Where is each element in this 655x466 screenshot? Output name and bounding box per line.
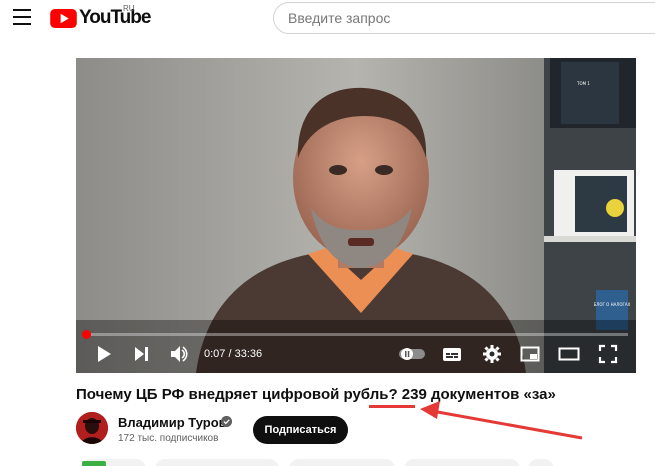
menu-icon[interactable] xyxy=(13,9,31,25)
theater-mode-icon[interactable] xyxy=(558,344,580,364)
more-actions-button[interactable] xyxy=(528,459,554,466)
channel-name[interactable]: Владимир Туров xyxy=(118,415,227,430)
autoplay-toggle-icon[interactable] xyxy=(398,344,426,364)
book-volume-text: ТОМ 1 xyxy=(576,81,590,86)
logo-wordmark: YouTube xyxy=(79,7,151,28)
region-badge: RU xyxy=(123,4,135,13)
avatar-image xyxy=(76,412,108,444)
video-player[interactable]: БЛОГ О НАЛОГАХ ТОМ 1 0:07 / 33:36 xyxy=(76,58,636,373)
verified-check-icon xyxy=(221,416,232,427)
subscribe-button[interactable]: Подписаться xyxy=(253,416,348,444)
annotation-underline xyxy=(369,405,415,408)
video-frame: БЛОГ О НАЛОГАХ ТОМ 1 xyxy=(76,58,636,373)
video-title: Почему ЦБ РФ внедряет цифровой рубль? 23… xyxy=(76,386,556,403)
miniplayer-icon[interactable] xyxy=(520,344,540,364)
fullscreen-icon[interactable] xyxy=(598,344,618,364)
player-controls: 0:07 / 33:36 xyxy=(76,340,636,370)
book-cover-text: БЛОГ О НАЛОГАХ xyxy=(594,302,631,307)
settings-gear-icon[interactable] xyxy=(482,344,502,364)
like-bar xyxy=(82,461,106,466)
subscriber-count: 172 тыс. подписчиков xyxy=(118,433,219,444)
download-button[interactable] xyxy=(404,459,520,466)
play-icon[interactable] xyxy=(96,344,112,364)
channel-avatar[interactable] xyxy=(76,412,108,444)
youtube-play-icon xyxy=(50,8,77,28)
like-button[interactable] xyxy=(80,459,146,466)
progress-bar[interactable] xyxy=(82,330,628,339)
time-display: 0:07 / 33:36 xyxy=(204,348,263,360)
volume-icon[interactable] xyxy=(170,344,188,364)
progress-handle[interactable] xyxy=(82,330,91,339)
search-input[interactable] xyxy=(273,2,655,34)
save-button[interactable] xyxy=(289,459,395,466)
youtube-logo[interactable]: YouTube xyxy=(50,7,151,29)
subtitles-icon[interactable] xyxy=(442,344,462,364)
next-icon[interactable] xyxy=(134,344,150,364)
share-button[interactable] xyxy=(155,459,279,466)
